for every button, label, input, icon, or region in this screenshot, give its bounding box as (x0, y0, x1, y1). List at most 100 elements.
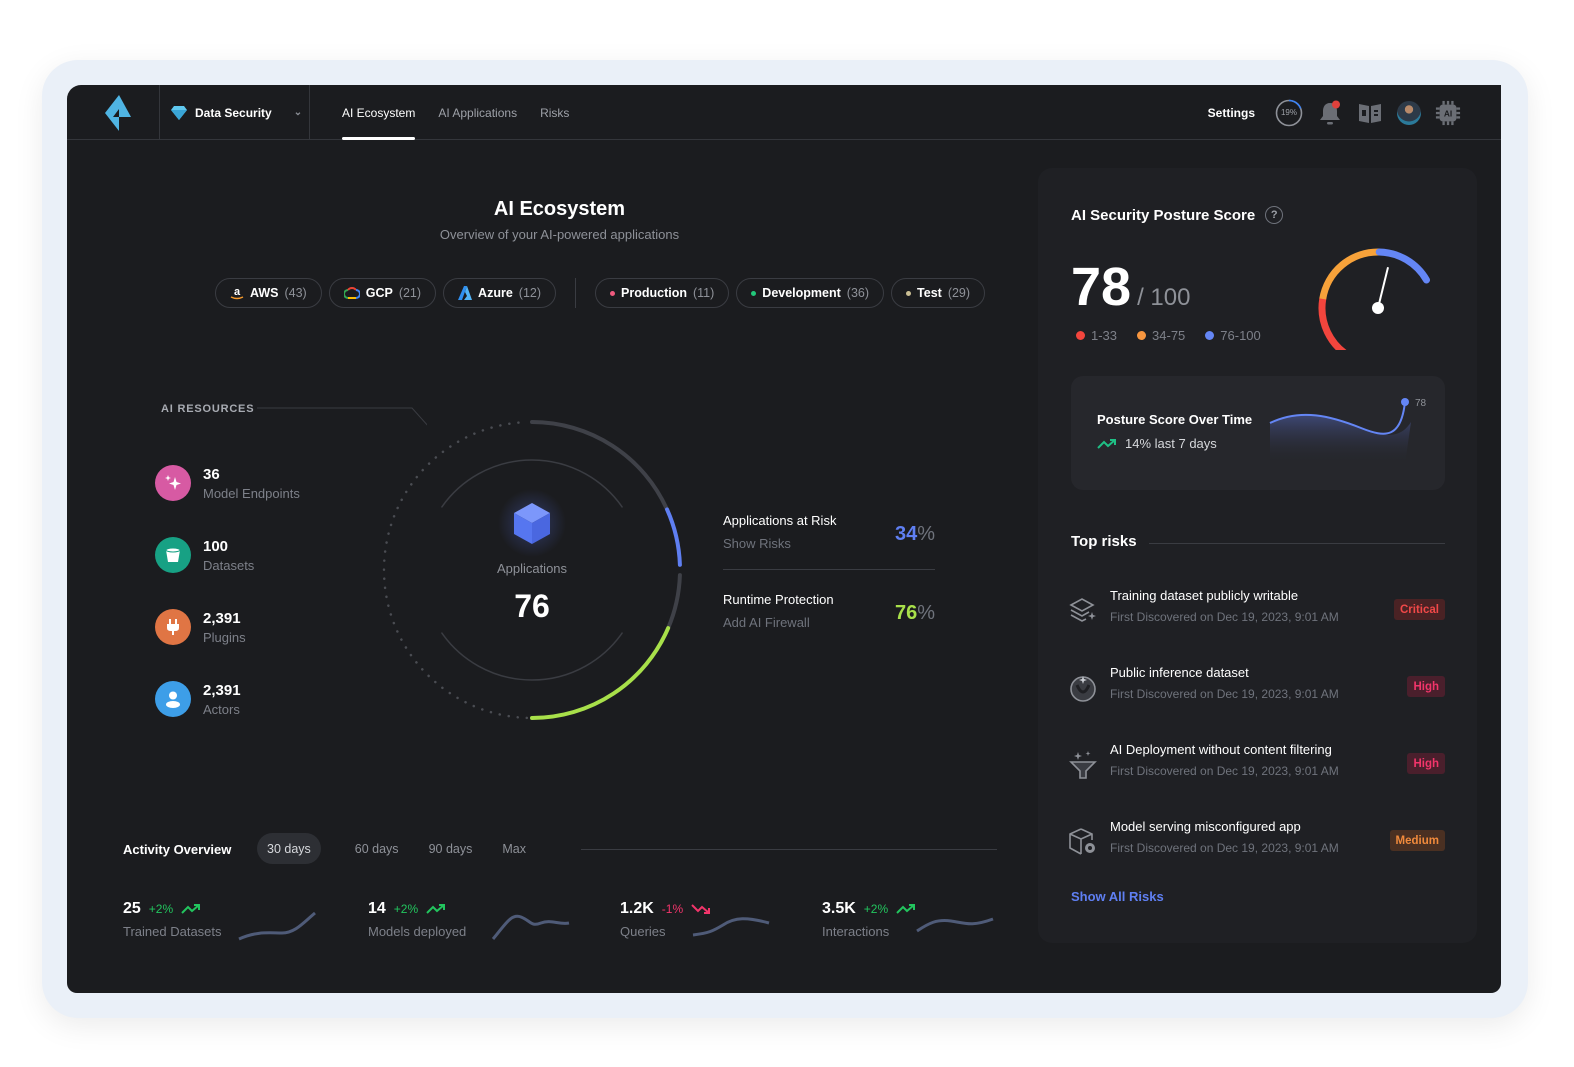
metric-delta: +2% (148, 902, 174, 916)
stat-unit: % (917, 602, 935, 624)
metric-models-deployed: 14 +2% Models deployed (368, 900, 466, 939)
legend-dot (1137, 331, 1147, 340)
range-30-days[interactable]: 30 days (257, 833, 321, 864)
divider (159, 85, 160, 140)
gcp-icon (343, 287, 360, 299)
chevron-down-icon: ⌄ (293, 107, 303, 118)
range-90-days[interactable]: 90 days (419, 833, 483, 864)
risk-date: First Discovered on Dec 19, 2023, 9:01 A… (1110, 764, 1339, 778)
activity-range-tabs: 30 days 60 days 90 days Max (257, 833, 536, 864)
diamond-icon (171, 105, 187, 120)
inference-icon (1070, 676, 1096, 702)
applications-label: Applications (496, 561, 568, 576)
posture-trend-chart: 78 (1269, 398, 1427, 464)
filter-chip-production[interactable]: Production (11) (595, 278, 730, 308)
legend-item: 1-33 (1076, 328, 1117, 343)
sparkles-icon (155, 465, 191, 501)
page-title: AI Ecosystem (493, 198, 626, 220)
posture-trend-card: Posture Score Over Time 14% last 7 days … (1071, 376, 1445, 490)
product-switcher[interactable]: Data Security ⌄ (171, 85, 302, 140)
risk-item[interactable]: Training dataset publicly writable First… (1068, 588, 1445, 638)
risk-item[interactable]: AI Deployment without content filtering … (1068, 742, 1445, 792)
applications-count: 76 (514, 588, 550, 624)
trend-up-icon (181, 904, 201, 914)
stat-unit: % (917, 523, 935, 545)
filter-chip-test[interactable]: Test (29) (891, 278, 986, 308)
status-dot (610, 290, 616, 296)
svg-text:a: a (234, 286, 241, 298)
divider (575, 278, 577, 308)
resource-label: Model Endpoints (203, 485, 300, 501)
legend-dot (1205, 331, 1215, 340)
tab-risks[interactable]: Risks (540, 85, 569, 140)
metric-trained-datasets: 25 +2% Trained Datasets (123, 900, 222, 939)
trend-end-label: 78 (1415, 398, 1427, 409)
bell-icon[interactable] (1317, 100, 1343, 126)
posture-panel: AI Security Posture Score ? 78 / 100 1-3… (1038, 168, 1477, 943)
filter-chip-aws[interactable]: a AWS (43) (215, 278, 322, 308)
risk-item[interactable]: Model serving misconfigured app First Di… (1068, 819, 1445, 869)
progress-ring[interactable]: 19% (1275, 99, 1303, 127)
logo-icon[interactable] (103, 95, 135, 131)
show-all-risks-link[interactable]: Show All Risks (1071, 889, 1164, 904)
resource-value: 2,391 (203, 681, 241, 699)
plug-icon (155, 609, 191, 645)
posture-gauge (1318, 248, 1430, 350)
chip-count: (43) (284, 286, 307, 300)
book-icon[interactable] (1357, 100, 1383, 126)
trend-area (1270, 414, 1411, 464)
stat-value: 76 (894, 602, 918, 624)
resource-value: 100 (203, 537, 229, 555)
range-60-days[interactable]: 60 days (345, 833, 409, 864)
sparkline-interactions (916, 917, 994, 933)
metric-delta: +2% (863, 902, 889, 916)
resource-model-endpoints[interactable]: 36 Model Endpoints (155, 447, 300, 519)
filter-chip-azure[interactable]: Azure (12) (443, 278, 557, 308)
help-icon[interactable]: ? (1265, 206, 1284, 224)
avatar[interactable] (1397, 100, 1421, 125)
chip-count: (11) (692, 286, 715, 300)
resource-datasets[interactable]: 100 Datasets (155, 519, 300, 591)
apps-risk-arc (665, 507, 682, 567)
range-max[interactable]: Max (492, 833, 536, 864)
score-max: / 100 (1137, 284, 1191, 311)
legend-item: 76-100 (1205, 328, 1261, 343)
resource-actors[interactable]: 2,391 Actors (155, 663, 300, 735)
trend-up-icon (896, 904, 916, 914)
status-dot (751, 290, 757, 296)
settings-link[interactable]: Settings (1208, 106, 1255, 120)
severity-badge: High (1407, 753, 1445, 774)
severity-badge: High (1407, 676, 1445, 697)
score-value: 78 (1071, 257, 1132, 317)
filter-bar: a AWS (43) GCP (21) Azure (12) Productio… (215, 278, 986, 308)
filter-chip-gcp[interactable]: GCP (21) (328, 278, 437, 308)
resource-plugins[interactable]: 2,391 Plugins (155, 591, 300, 663)
divider (1149, 543, 1445, 544)
chip-label: AWS (250, 286, 279, 300)
gauge-segment-low (1318, 295, 1347, 350)
resource-label: Datasets (203, 557, 255, 573)
top-bar: Data Security ⌄ AI Ecosystem AI Applicat… (67, 85, 1501, 140)
tab-ai-applications[interactable]: AI Applications (438, 85, 517, 140)
risk-item[interactable]: Public inference dataset First Discovere… (1068, 665, 1445, 715)
ai-chip-icon[interactable]: AI (1435, 100, 1461, 126)
risk-title: Model serving misconfigured app (1110, 819, 1301, 834)
main-nav: AI Ecosystem AI Applications Risks (342, 85, 569, 140)
chip-label: Azure (478, 286, 513, 300)
page-subtitle: Overview of your AI-powered applications (439, 227, 680, 242)
risk-title: Public inference dataset (1110, 665, 1249, 680)
resource-label: Actors (203, 701, 240, 717)
product-name: Data Security (195, 105, 272, 120)
posture-score: 78 / 100 (1071, 256, 1190, 318)
chip-count: (21) (398, 286, 422, 300)
tab-ai-ecosystem[interactable]: AI Ecosystem (342, 85, 416, 140)
risk-date: First Discovered on Dec 19, 2023, 9:01 A… (1110, 841, 1339, 855)
svg-text:AI: AI (1444, 108, 1452, 118)
chip-count: (12) (518, 286, 542, 300)
metric-value: 14 (368, 900, 386, 917)
trend-end-point (1401, 398, 1409, 406)
metric-label: Trained Datasets (123, 924, 222, 939)
metric-value: 3.5K (822, 900, 856, 917)
filter-chip-development[interactable]: Development (36) (736, 278, 885, 308)
legend-dot (1076, 331, 1085, 340)
